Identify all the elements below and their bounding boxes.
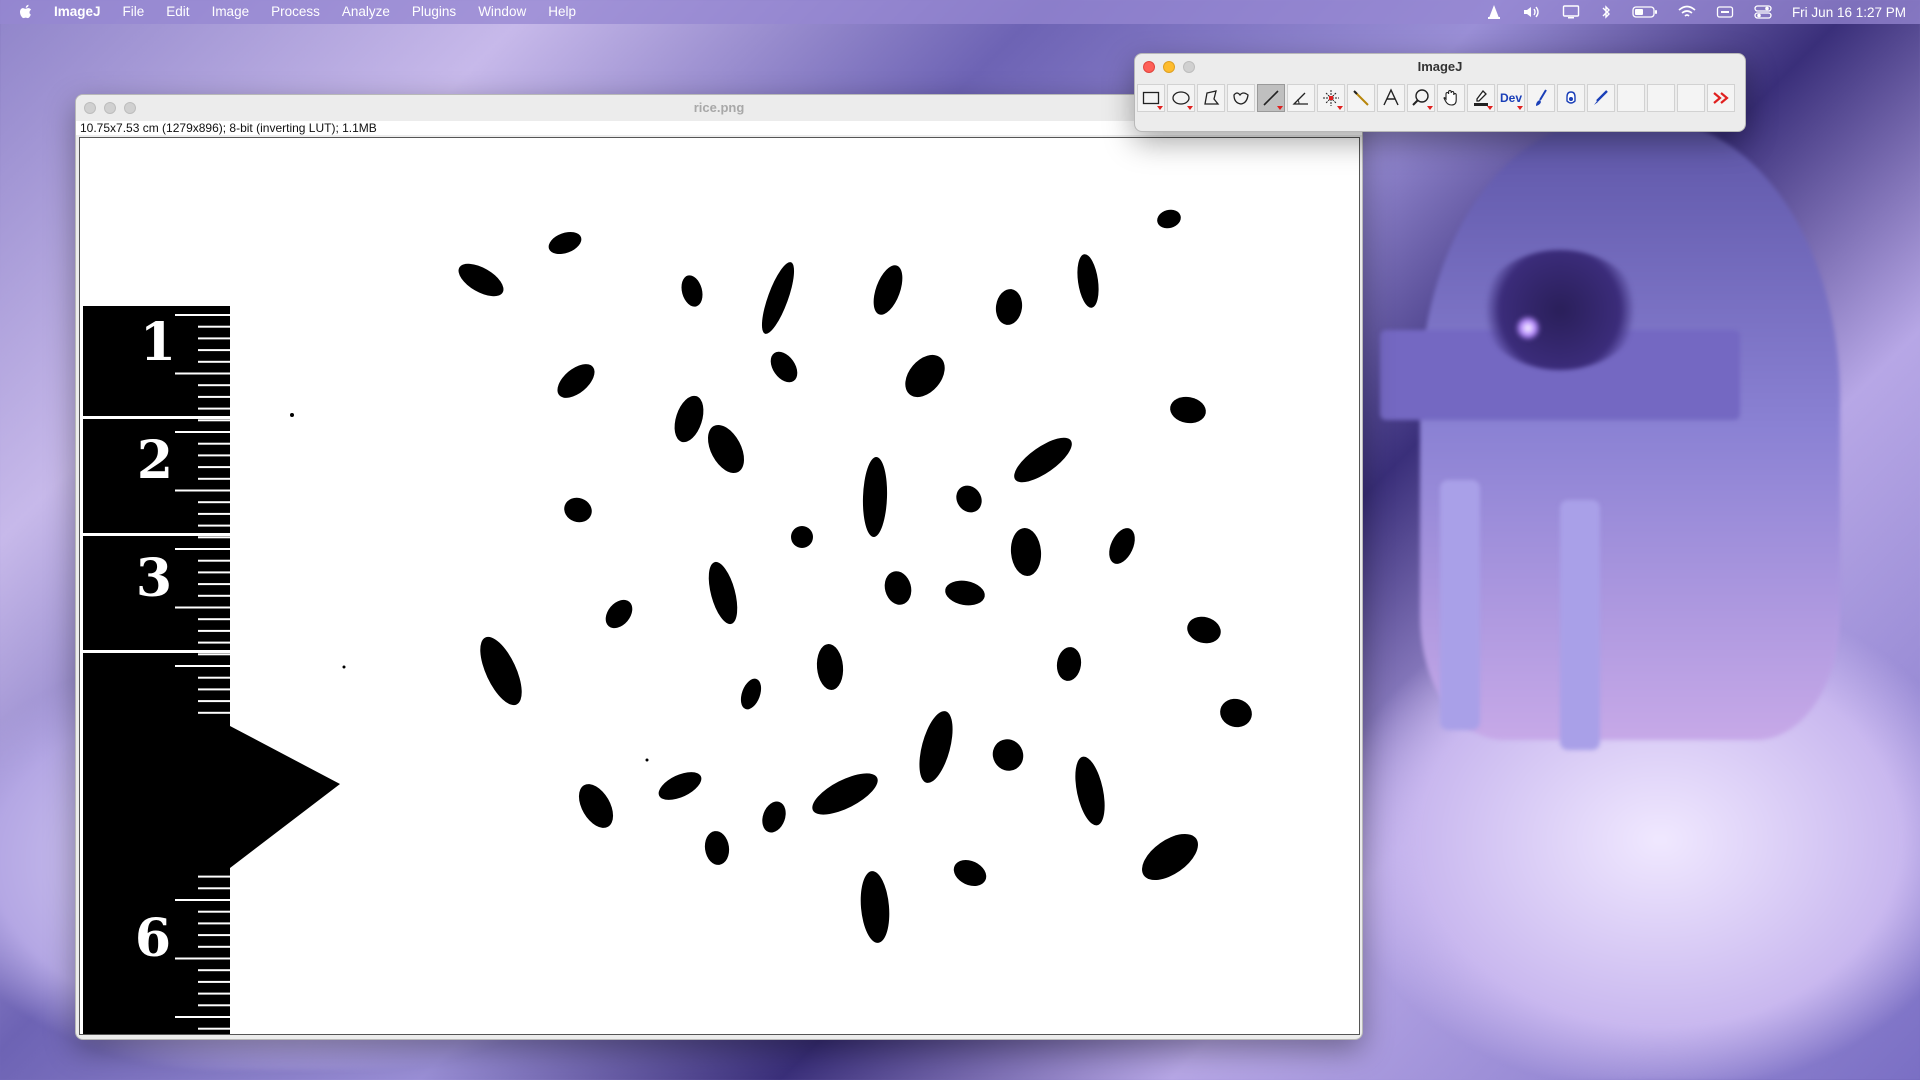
more-tools-button[interactable] (1707, 84, 1735, 112)
toolbar-titlebar[interactable]: ImageJ (1135, 54, 1745, 80)
angle-tool-icon (1292, 92, 1308, 105)
oval-tool-icon (1172, 91, 1190, 105)
brush-tool[interactable] (1527, 84, 1555, 112)
ruler-label-3: 3 (136, 548, 172, 609)
pencil-tool[interactable] (1587, 84, 1615, 112)
menu-process[interactable]: Process (260, 0, 331, 24)
menu-plugins[interactable]: Plugins (401, 0, 467, 24)
polygon-tool-icon (1204, 90, 1220, 105)
imagej-toolbar-window[interactable]: ImageJ Dev (1134, 53, 1746, 132)
point-tool-icon (1323, 90, 1339, 106)
oval-tool[interactable] (1167, 84, 1195, 112)
line-tool[interactable] (1257, 84, 1285, 112)
polygon-tool[interactable] (1197, 84, 1225, 112)
bluetooth-icon[interactable] (1600, 4, 1612, 20)
empty-tool-slot-3[interactable] (1677, 84, 1705, 112)
angle-tool[interactable] (1287, 84, 1315, 112)
toolbar-title: ImageJ (1417, 59, 1463, 74)
menu-help[interactable]: Help (537, 0, 587, 24)
text-tool-icon (1383, 88, 1399, 106)
ruler-label-2: 2 (137, 430, 173, 491)
tool-buttons: Dev (1137, 84, 1737, 112)
menu-analyze[interactable]: Analyze (331, 0, 401, 24)
pencil-tool-icon (1594, 90, 1608, 105)
dev-tool-label: Dev (1499, 91, 1522, 105)
apple-logo-icon[interactable] (18, 3, 34, 21)
vlc-icon[interactable] (1486, 4, 1502, 20)
menu-bar: ImageJ File Edit Image Process Analyze P… (0, 0, 1920, 24)
magnifier-tool-icon (1412, 89, 1429, 106)
text-tool[interactable] (1377, 84, 1405, 112)
image-canvas[interactable]: 1 2 3 6 (79, 137, 1360, 1035)
empty-tool-slot-2[interactable] (1647, 84, 1675, 112)
menu-edit[interactable]: Edit (155, 0, 200, 24)
dropper-tool-icon (1474, 90, 1488, 106)
empty-tool-slot-1[interactable] (1617, 84, 1645, 112)
rice-image: 1 2 3 6 (80, 138, 1359, 1034)
hand-tool[interactable] (1437, 84, 1465, 112)
line-tool-icon (1263, 90, 1279, 106)
menu-file[interactable]: File (112, 0, 156, 24)
menu-app-name[interactable]: ImageJ (54, 0, 112, 24)
rectangle-tool[interactable] (1137, 84, 1165, 112)
point-tool[interactable] (1317, 84, 1345, 112)
rectangle-tool-icon (1142, 91, 1160, 105)
menubar-clock[interactable]: Fri Jun 16 1:27 PM (1792, 5, 1906, 20)
hand-tool-icon (1443, 89, 1457, 106)
wand-tool[interactable] (1347, 84, 1375, 112)
wand-tool-icon (1353, 90, 1369, 106)
brush-tool-icon (1536, 89, 1547, 106)
flood-fill-tool-icon (1566, 91, 1576, 104)
menu-image[interactable]: Image (201, 0, 261, 24)
menu-window[interactable]: Window (467, 0, 537, 24)
display-icon[interactable] (1562, 4, 1580, 20)
flood-fill-tool[interactable] (1557, 84, 1585, 112)
control-center-icon[interactable] (1754, 5, 1772, 19)
magnifier-tool[interactable] (1407, 84, 1435, 112)
ruler-label-1: 1 (140, 312, 176, 373)
wifi-icon[interactable] (1678, 5, 1696, 19)
image-window-rice[interactable]: rice.png 10.75x7.53 cm (1279x896); 8-bit… (75, 94, 1363, 1040)
dev-tool[interactable]: Dev (1497, 84, 1525, 112)
keyboard-input-icon[interactable] (1716, 5, 1734, 19)
volume-icon[interactable] (1522, 4, 1542, 20)
more-tools-icon (1713, 92, 1729, 104)
freehand-tool[interactable] (1227, 84, 1255, 112)
freehand-tool-icon (1233, 92, 1249, 105)
battery-icon[interactable] (1632, 5, 1658, 19)
dropper-tool[interactable] (1467, 84, 1495, 112)
ruler-label-6: 6 (135, 908, 171, 969)
